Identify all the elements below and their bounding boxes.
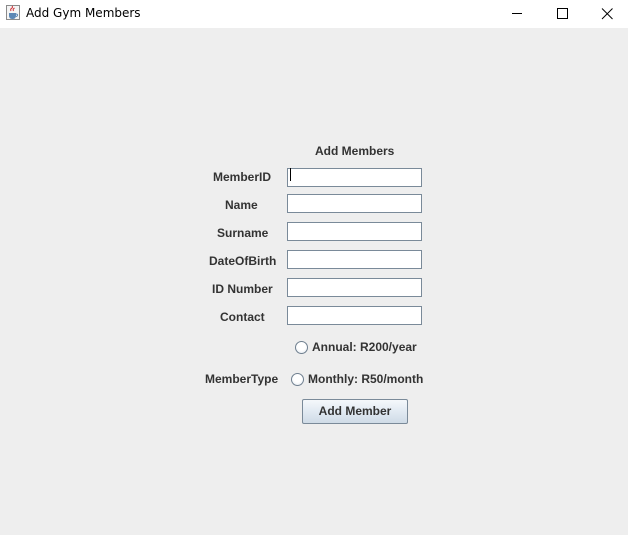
membertype-label: MemberType (205, 372, 279, 386)
window-title: Add Gym Members (26, 6, 141, 20)
dateofbirth-label: DateOfBirth (209, 254, 277, 268)
id-number-label: ID Number (212, 282, 273, 296)
monthly-radio-option[interactable]: Monthly: R50/month (291, 372, 426, 388)
dateofbirth-field[interactable] (287, 250, 422, 269)
title-bar[interactable]: Add Gym Members (0, 0, 628, 28)
minimize-button[interactable] (494, 0, 540, 28)
memberid-label: MemberID (213, 170, 272, 184)
surname-label: Surname (217, 226, 269, 240)
monthly-radio-button[interactable] (291, 373, 304, 386)
contact-label: Contact (220, 310, 265, 324)
form-panel: Add Members MemberID Name Surname DateOf… (0, 28, 628, 535)
annual-radio-label[interactable]: Annual: R200/year (312, 340, 417, 354)
minimize-icon (512, 13, 522, 14)
maximize-button[interactable] (539, 0, 585, 28)
form-heading: Add Members (315, 144, 395, 158)
surname-field[interactable] (287, 222, 422, 241)
maximize-icon (557, 8, 568, 19)
monthly-radio-label[interactable]: Monthly: R50/month (308, 372, 423, 386)
java-cup-icon (6, 5, 20, 20)
name-field[interactable] (287, 194, 422, 213)
app-window: Add Gym Members Add Members MemberID Nam… (0, 0, 628, 535)
close-icon (601, 8, 613, 20)
annual-radio-button[interactable] (295, 341, 308, 354)
id-number-field[interactable] (287, 278, 422, 297)
annual-radio-option[interactable]: Annual: R200/year (295, 340, 425, 356)
memberid-field[interactable] (287, 167, 422, 187)
contact-field[interactable] (287, 306, 422, 325)
close-button[interactable] (584, 0, 628, 28)
add-member-button[interactable]: Add Member (302, 399, 408, 424)
name-label: Name (225, 198, 258, 212)
memberid-field-wrap (287, 166, 422, 187)
text-caret (290, 168, 291, 181)
